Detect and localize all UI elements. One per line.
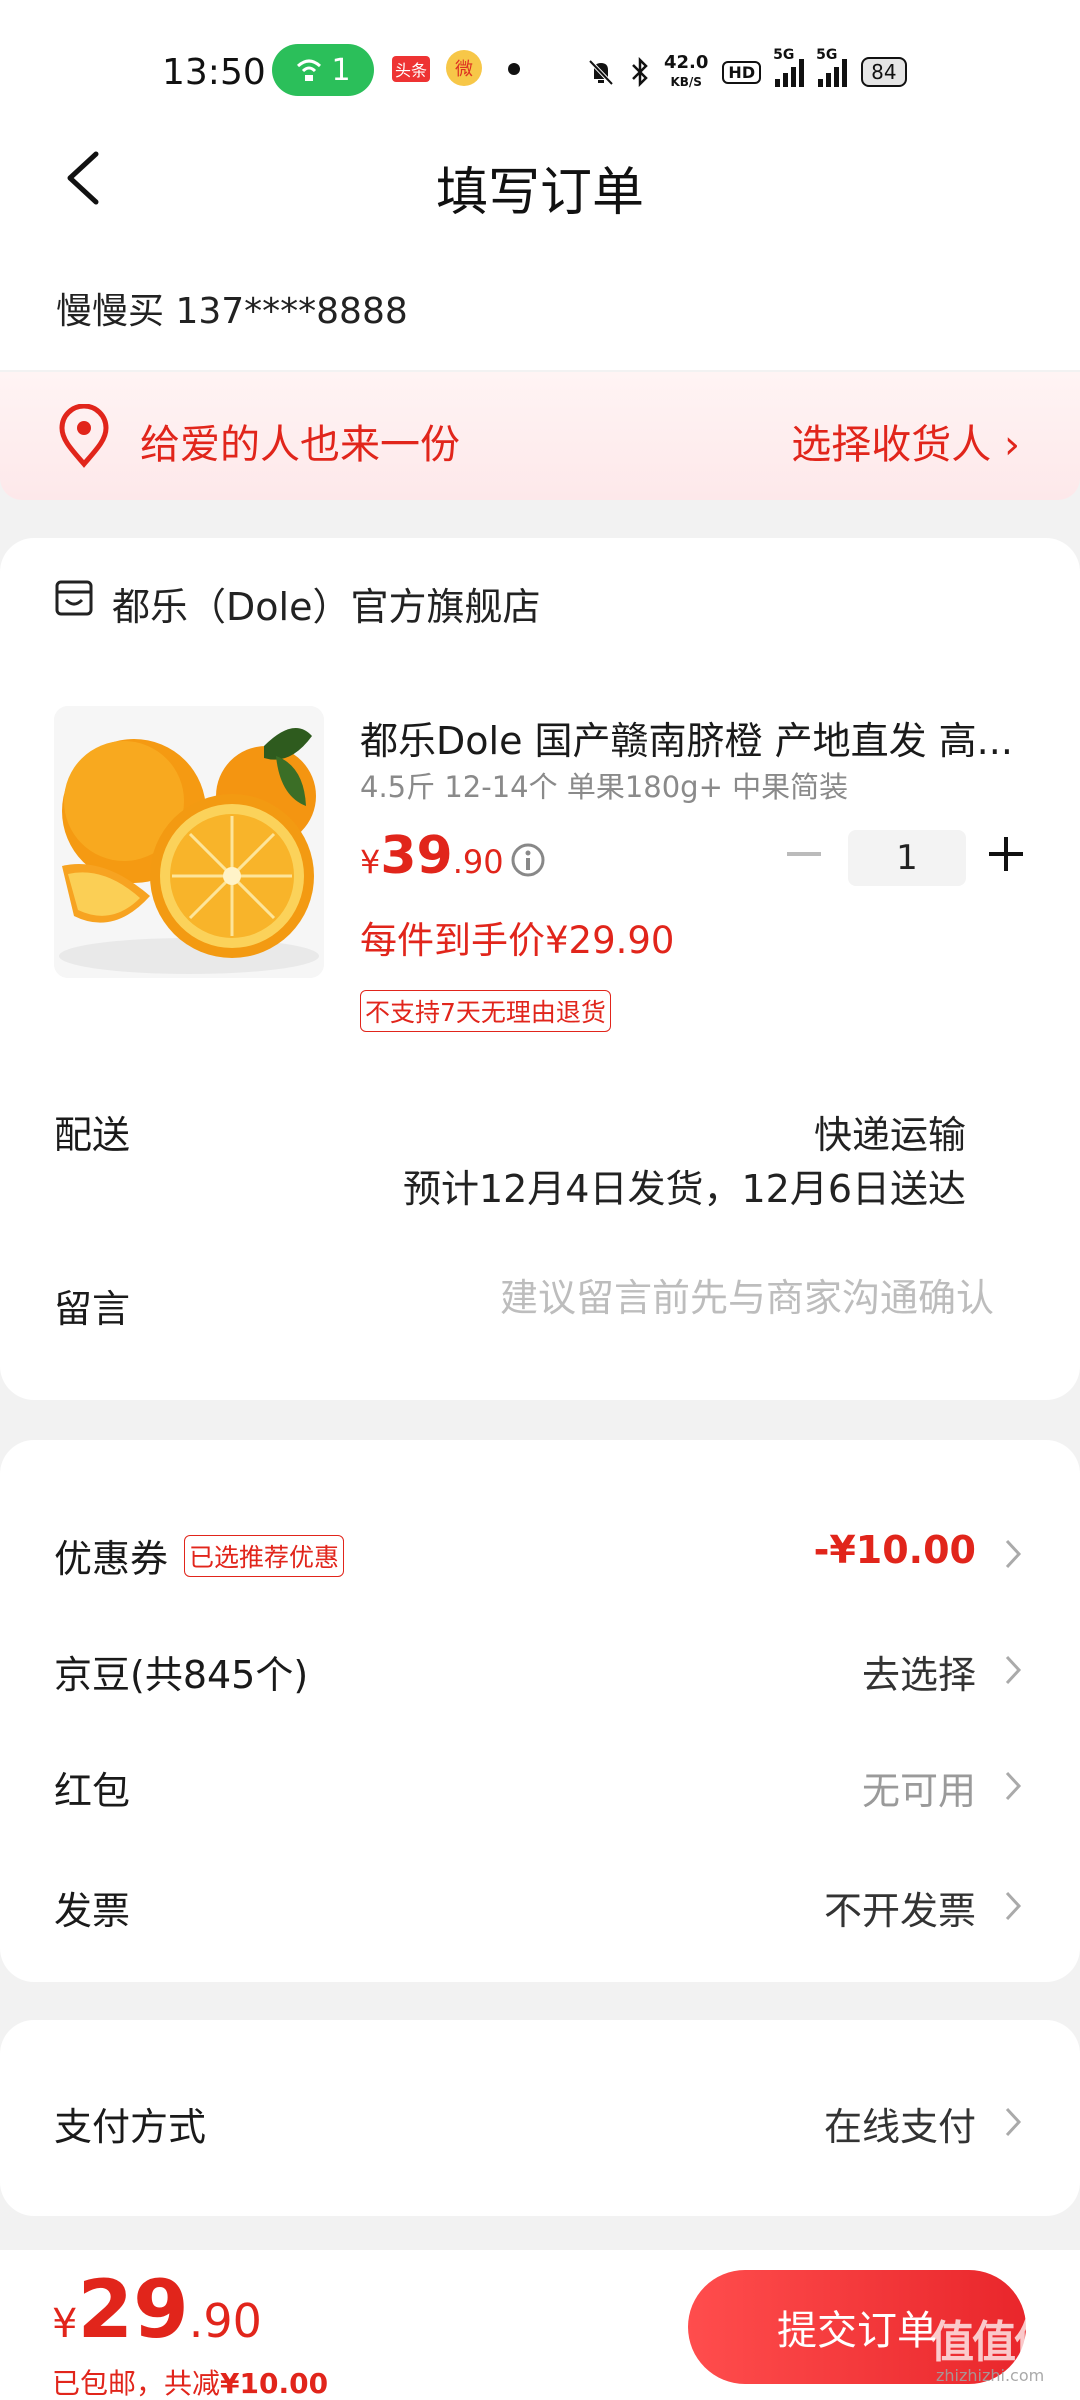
quantity-value[interactable]: 1 bbox=[848, 830, 966, 886]
product-spec: 4.5斤 12-14个 单果180g+ 中果简装 bbox=[360, 770, 849, 804]
quantity-increase-button[interactable] bbox=[986, 834, 1026, 874]
note-input[interactable] bbox=[354, 1276, 994, 1320]
payment-label: 支付方式 bbox=[54, 2105, 207, 2149]
note-label: 留言 bbox=[54, 1287, 131, 1331]
shop-name[interactable]: 都乐（Dole）官方旗舰店 bbox=[112, 576, 540, 631]
shop-order-card: 都乐（Dole）官方旗舰店 都乐Dole 国产赣南脐橙 产地直发 高... 4.… bbox=[0, 538, 1080, 1400]
chevron-right-icon bbox=[1005, 1771, 1022, 1801]
chevron-right-icon bbox=[1005, 2107, 1022, 2137]
watermark-url: zhizhizhi.com bbox=[936, 2366, 1045, 2385]
product-image[interactable] bbox=[54, 706, 324, 978]
red-packet-row[interactable]: 红包 无可用 bbox=[0, 1732, 1080, 1832]
location-pin-icon bbox=[59, 404, 109, 468]
invoice-row[interactable]: 发票 不开发票 bbox=[0, 1852, 1080, 1952]
signal-icon: 5G bbox=[773, 47, 805, 87]
red-packet-value: 无可用 bbox=[861, 1769, 976, 1813]
gift-banner[interactable]: 给爱的人也来一份 选择收货人 › bbox=[0, 372, 1080, 500]
toutiao-app-icon: 头条 bbox=[392, 56, 430, 82]
payment-card: 支付方式 在线支付 bbox=[0, 2020, 1080, 2216]
orange-image bbox=[54, 706, 324, 978]
info-icon[interactable] bbox=[510, 842, 546, 878]
network-speed: 42.0 KB/S bbox=[664, 51, 709, 89]
signal-icon-2: 5G bbox=[816, 47, 848, 87]
no-return-tag: 不支持7天无理由退货 bbox=[360, 990, 611, 1032]
shop-icon bbox=[55, 580, 93, 616]
coupon-label: 优惠券 bbox=[54, 1537, 169, 1581]
select-recipient-link[interactable]: 选择收货人 › bbox=[791, 412, 1020, 470]
mute-bell-icon bbox=[588, 59, 614, 86]
checkout-bar: ¥ 29 .90 已包邮，共减¥10.00 提交订单 bbox=[0, 2250, 1080, 2400]
watermark-logo: 值值值 bbox=[930, 2317, 1058, 2368]
coupon-tag: 已选推荐优惠 bbox=[184, 1534, 345, 1577]
coupon-value: -¥10.00 bbox=[813, 1528, 976, 1572]
battery-icon: 84 bbox=[861, 57, 907, 87]
status-bar: 13:50 1 头条 微 42.0 KB/S HD 5G 5G 84 bbox=[0, 30, 1080, 110]
chevron-right-icon bbox=[1005, 1655, 1022, 1685]
discount-card: 优惠券 已选推荐优惠 -¥10.00 京豆(共845个) 去选择 红包 无可用 发… bbox=[0, 1440, 1080, 1982]
buyer-contact[interactable]: 慢慢买 137****8888 bbox=[56, 282, 408, 334]
quantity-decrease-button[interactable] bbox=[784, 834, 824, 874]
chevron-right-icon bbox=[1005, 1539, 1022, 1569]
delivery-label: 配送 bbox=[54, 1113, 131, 1157]
status-right-group: 42.0 KB/S HD 5G 5G 84 bbox=[586, 44, 907, 100]
delivery-eta: 预计12月4日发货，12月6日送达 bbox=[402, 1167, 966, 1211]
delivery-method[interactable]: 快递运输 bbox=[814, 1104, 966, 1159]
wifi-icon bbox=[297, 59, 322, 81]
jingdou-row[interactable]: 京豆(共845个) 去选择 bbox=[0, 1616, 1080, 1716]
bluetooth-icon bbox=[632, 57, 648, 87]
chevron-right-icon bbox=[1005, 1891, 1022, 1921]
product-title[interactable]: 都乐Dole 国产赣南脐橙 产地直发 高... bbox=[360, 710, 1020, 765]
payment-value: 在线支付 bbox=[823, 2105, 976, 2149]
payment-method-row[interactable]: 支付方式 在线支付 bbox=[0, 2068, 1080, 2168]
total-price: ¥ 29 .90 bbox=[52, 2263, 262, 2356]
wifi-badge-count: 1 bbox=[331, 52, 351, 88]
page-title: 填写订单 bbox=[435, 163, 644, 223]
invoice-label: 发票 bbox=[54, 1889, 131, 1933]
red-packet-label: 红包 bbox=[54, 1769, 131, 1813]
status-time: 13:50 bbox=[162, 52, 266, 93]
coupon-row[interactable]: 优惠券 已选推荐优惠 -¥10.00 bbox=[0, 1500, 1080, 1600]
jingdou-value: 去选择 bbox=[861, 1653, 976, 1697]
shipping-discount-note: 已包邮，共减¥10.00 bbox=[52, 2367, 329, 2400]
invoice-value: 不开发票 bbox=[823, 1889, 976, 1933]
unit-price: 每件到手价¥29.90 bbox=[360, 919, 675, 962]
weibo-app-icon: 微 bbox=[446, 50, 482, 86]
gift-banner-text: 给爱的人也来一份 bbox=[140, 422, 460, 468]
jingdou-label: 京豆(共845个) bbox=[54, 1653, 309, 1697]
notification-dot-icon bbox=[508, 63, 520, 75]
hd-voice-icon: HD bbox=[722, 60, 762, 84]
product-price: ¥ 39 .90 bbox=[360, 826, 504, 886]
wifi-hotspot-badge: 1 bbox=[272, 44, 374, 96]
nav-bar: 填写订单 bbox=[0, 120, 1080, 240]
